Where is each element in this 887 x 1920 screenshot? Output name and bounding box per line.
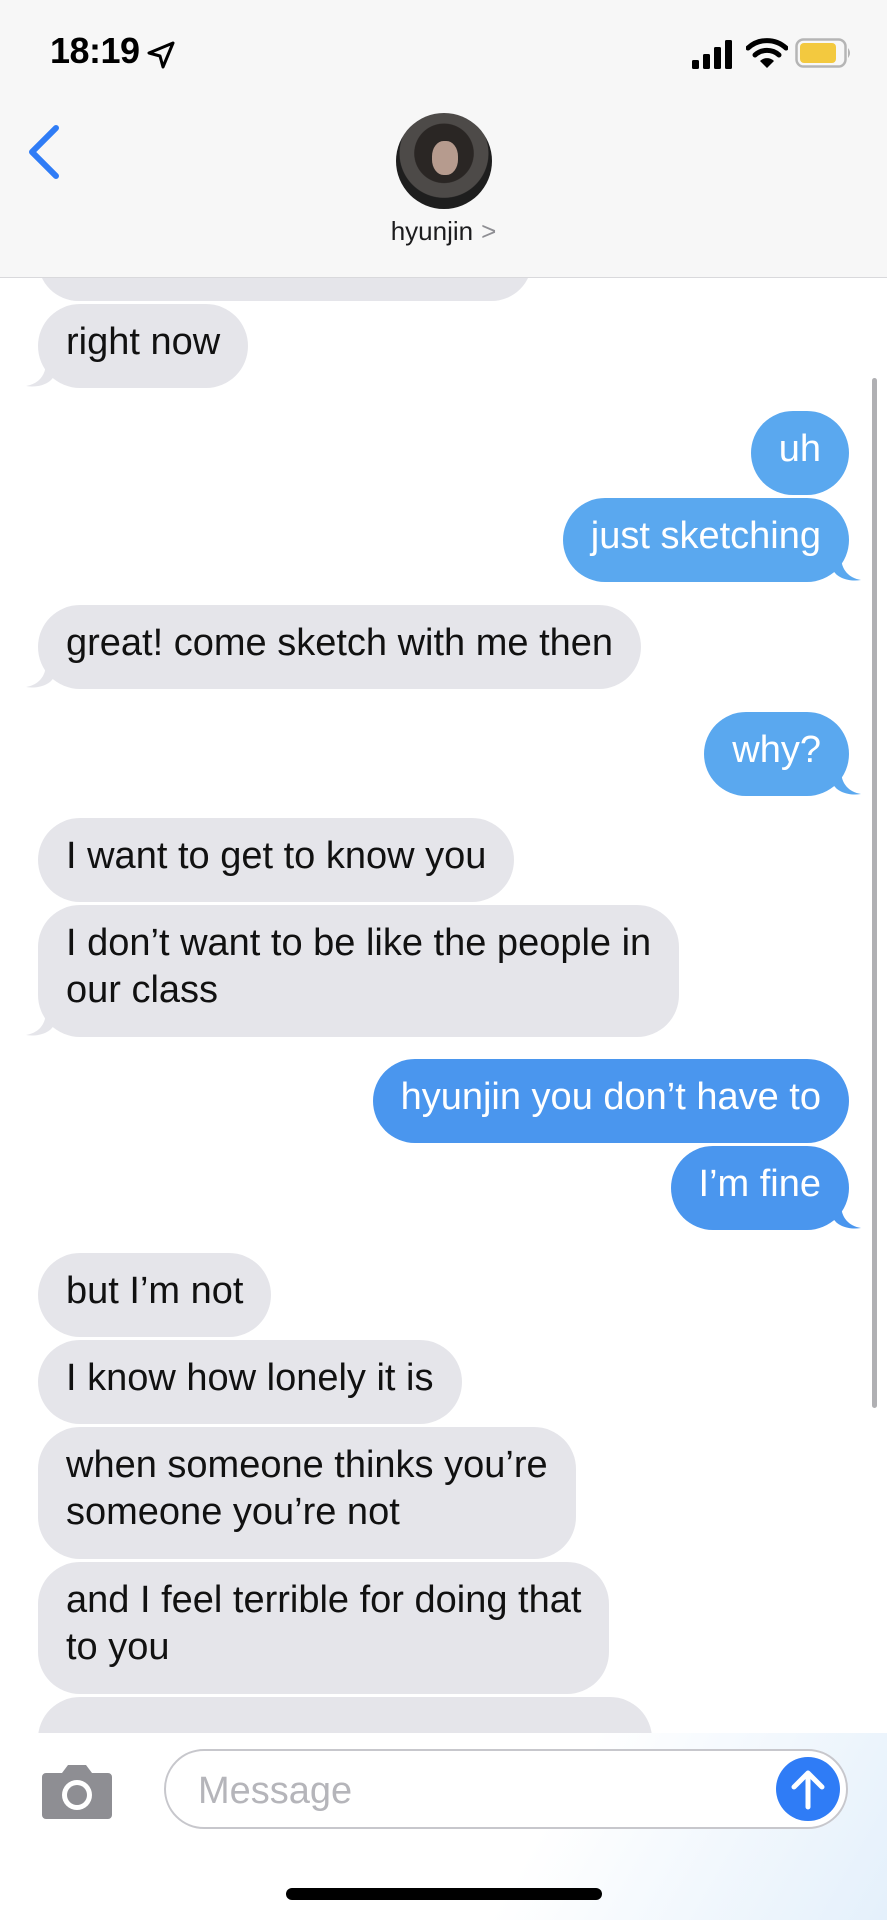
avatar[interactable] (396, 113, 492, 209)
send-button[interactable] (776, 1757, 840, 1821)
message-bubble-outgoing[interactable]: I’m fine (670, 1146, 849, 1230)
scroll-indicator[interactable] (872, 378, 877, 1408)
bubble-tail (833, 770, 861, 795)
message-bubble-incoming[interactable]: and I feel terrible for doing that to yo… (38, 1562, 610, 1694)
bubble-tail (833, 1204, 861, 1229)
camera-icon[interactable] (40, 1761, 114, 1821)
message-bubble-incoming[interactable]: I want to get to know you (38, 818, 515, 902)
message-text: just sketching (590, 515, 821, 557)
message-bubble-outgoing[interactable]: uh (750, 411, 849, 495)
message-text-line: to you (66, 1626, 170, 1668)
message-bubble-incoming-clipped (38, 1697, 652, 1733)
location-arrow-icon (147, 41, 175, 69)
conversation-header: 18:19 hyunjin > (0, 0, 887, 278)
send-arrow-icon (791, 1770, 825, 1810)
message-text: I know how lonely it is (66, 1357, 434, 1399)
bubble-tail (26, 362, 54, 387)
message-text: hyunjin you don’t have to (400, 1076, 821, 1118)
message-text-line: someone you’re not (66, 1491, 400, 1533)
message-bubble-outgoing[interactable]: just sketching (562, 498, 849, 582)
message-text-line: and I feel terrible for doing that (66, 1579, 582, 1621)
composer-bar (0, 1733, 887, 1920)
message-bubble-incoming[interactable]: great! come sketch with me then (38, 605, 642, 689)
message-bubble-incoming[interactable]: but I’m not (38, 1253, 272, 1337)
bubble-tail (833, 556, 861, 581)
message-bubble-incoming[interactable]: I don’t want to be like the people in ou… (38, 905, 680, 1037)
chevron-right-icon: > (481, 216, 497, 246)
status-time: 18:19 (50, 30, 140, 71)
bubble-tail (26, 1011, 54, 1036)
message-bubble-incoming[interactable]: when someone thinks you’re someone you’r… (38, 1427, 576, 1559)
wifi-icon (746, 38, 788, 68)
message-input[interactable] (196, 1765, 740, 1817)
message-text: why? (732, 729, 821, 771)
message-text: I want to get to know you (66, 835, 487, 877)
battery-icon (795, 38, 850, 68)
signal-icon (692, 40, 732, 69)
bubble-tail (26, 663, 54, 688)
message-text-line: when someone thinks you’re (66, 1444, 548, 1486)
message-bubble-outgoing[interactable]: hyunjin you don’t have to (372, 1059, 849, 1143)
contact-name: hyunjin (390, 216, 474, 246)
message-text-line: our class (66, 969, 219, 1011)
contact-name-button[interactable]: hyunjin > (0, 216, 887, 247)
message-bubble-outgoing[interactable]: why? (704, 712, 849, 796)
message-text: right now (66, 321, 221, 363)
home-indicator[interactable] (286, 1888, 602, 1900)
message-bubble-incoming[interactable]: right now (38, 304, 249, 388)
message-text: but I’m not (66, 1270, 244, 1312)
back-chevron-icon[interactable] (22, 124, 62, 180)
message-text: great! come sketch with me then (66, 622, 614, 664)
message-bubble-incoming[interactable]: I know how lonely it is (38, 1340, 462, 1424)
message-text-line: I don’t want to be like the people in (66, 922, 652, 964)
message-field[interactable] (164, 1749, 848, 1829)
message-text: uh (778, 428, 821, 470)
message-text: I’m fine (698, 1163, 821, 1205)
